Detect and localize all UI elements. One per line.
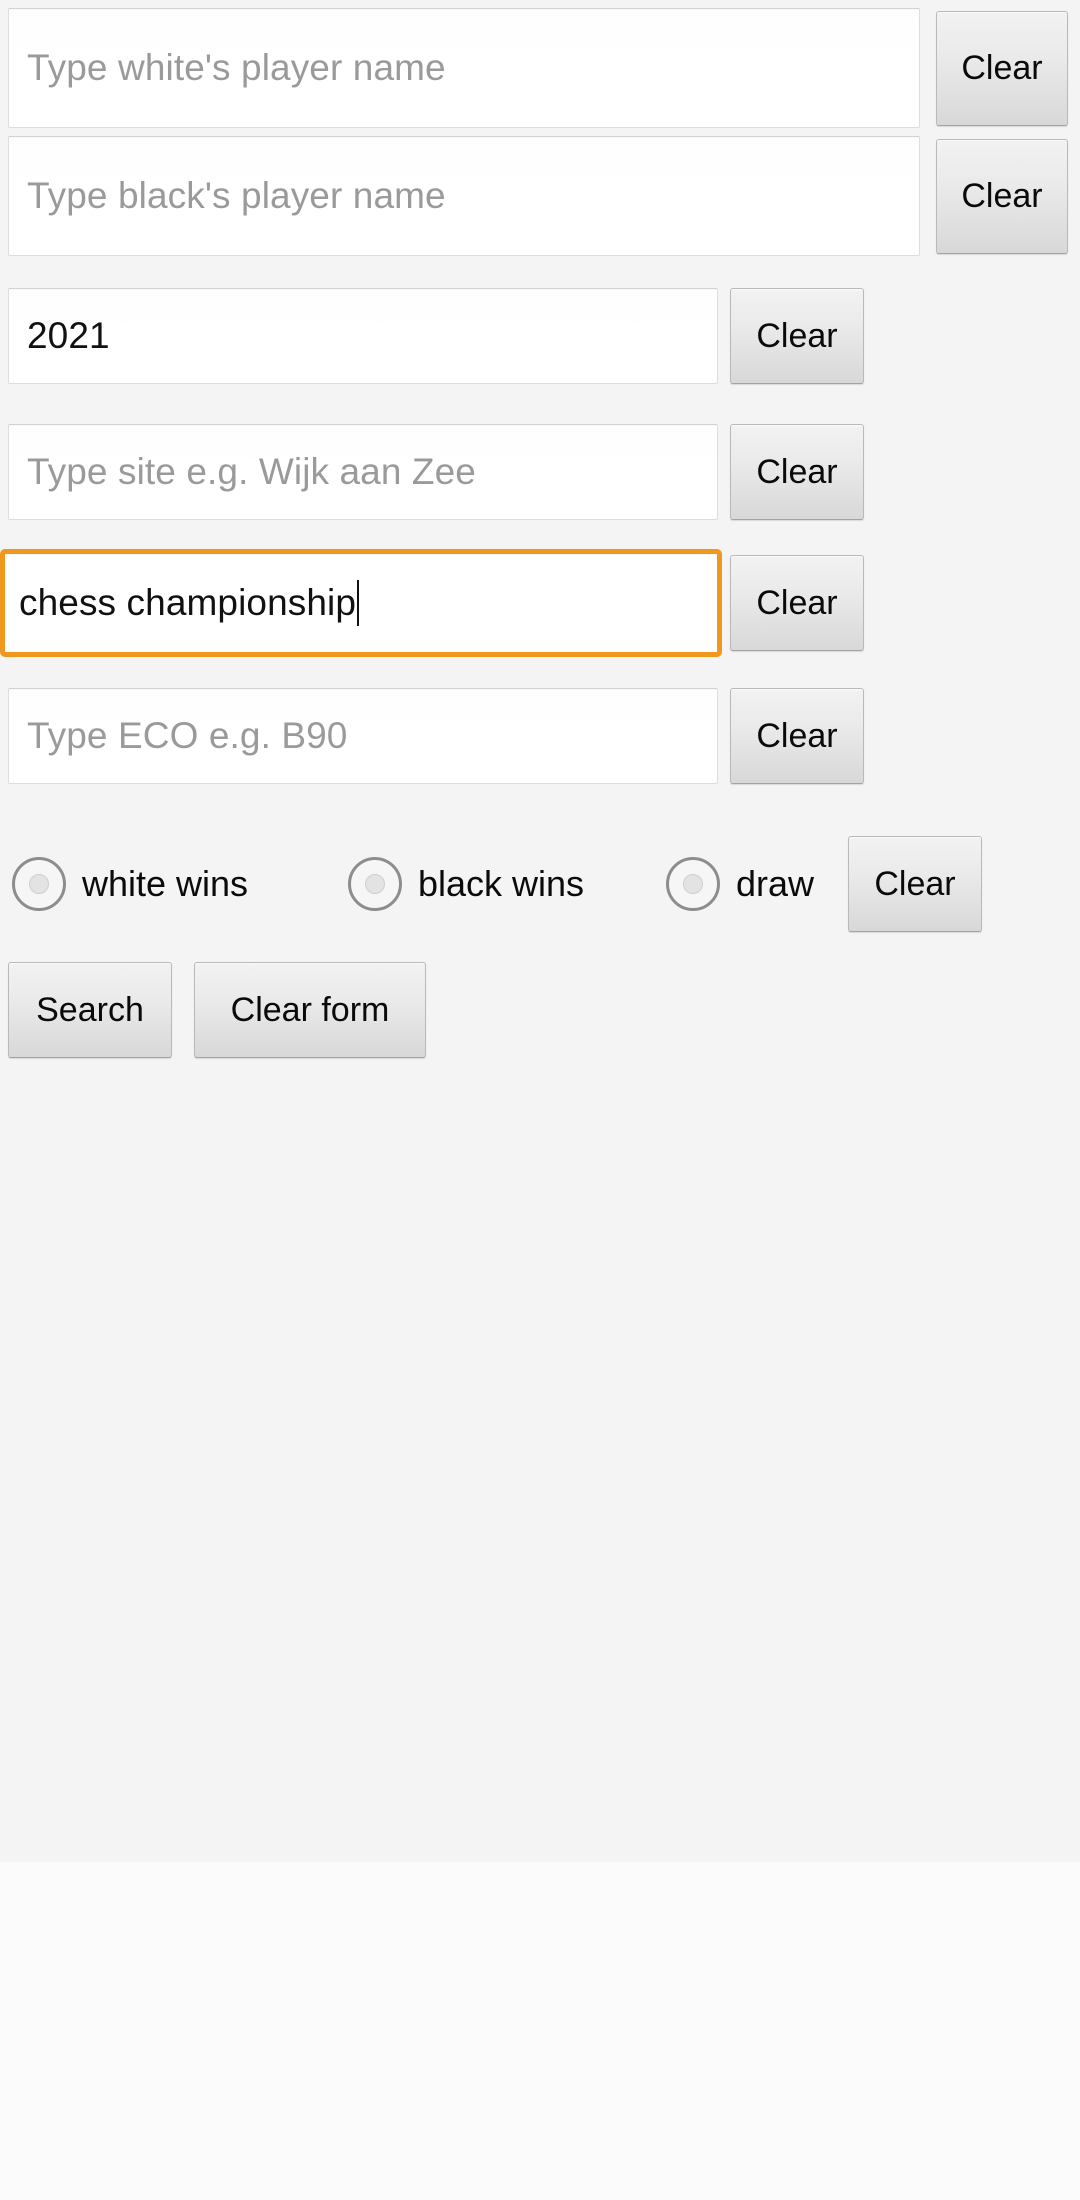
radio-white-wins-icon[interactable]: [12, 857, 66, 911]
form-row-event: chess championship Clear: [0, 549, 1072, 657]
event-input-value: chess championship: [19, 582, 357, 623]
clear-event-button[interactable]: Clear: [730, 555, 864, 651]
form-row-year: 2021 Clear: [8, 288, 1072, 384]
form-row-eco: Type ECO e.g. B90 Clear: [8, 688, 1072, 784]
radio-label-black-wins: black wins: [418, 863, 585, 904]
clear-black-player-button[interactable]: Clear: [936, 139, 1068, 254]
radio-dot: [29, 874, 49, 894]
form-row-white-player: Type white's player name Clear: [8, 8, 1072, 128]
radio-item-white-wins[interactable]: white wins: [12, 857, 248, 911]
radio-item-black-wins[interactable]: black wins: [348, 857, 584, 911]
clear-site-button[interactable]: Clear: [730, 424, 864, 520]
radio-dot: [365, 874, 385, 894]
form-row-black-player: Type black's player name Clear: [8, 136, 1072, 256]
eco-input[interactable]: Type ECO e.g. B90: [8, 688, 718, 784]
black-player-input[interactable]: Type black's player name: [8, 136, 920, 256]
radio-item-draw[interactable]: draw: [666, 857, 814, 911]
search-button[interactable]: Search: [8, 962, 172, 1058]
radio-black-wins-icon[interactable]: [348, 857, 402, 911]
event-input[interactable]: chess championship: [0, 549, 722, 657]
clear-form-button[interactable]: Clear form: [194, 962, 426, 1058]
form-row-actions: Search Clear form: [8, 962, 1072, 1058]
radio-label-draw: draw: [736, 863, 815, 904]
clear-result-button[interactable]: Clear: [848, 836, 982, 932]
form-row-result: white wins black wins draw Clear: [12, 836, 1072, 940]
radio-draw-icon[interactable]: [666, 857, 720, 911]
site-input[interactable]: Type site e.g. Wijk aan Zee: [8, 424, 718, 520]
white-player-input[interactable]: Type white's player name: [8, 8, 920, 128]
text-caret: [357, 580, 360, 626]
search-form-screen: Type white's player name Clear Type blac…: [0, 0, 1080, 2200]
empty-results-area: [0, 1862, 1080, 2200]
form-row-site: Type site e.g. Wijk aan Zee Clear: [8, 424, 1072, 520]
clear-eco-button[interactable]: Clear: [730, 688, 864, 784]
radio-dot: [683, 874, 703, 894]
radio-label-white-wins: white wins: [82, 863, 249, 904]
clear-year-button[interactable]: Clear: [730, 288, 864, 384]
clear-white-player-button[interactable]: Clear: [936, 11, 1068, 126]
year-input[interactable]: 2021: [8, 288, 718, 384]
